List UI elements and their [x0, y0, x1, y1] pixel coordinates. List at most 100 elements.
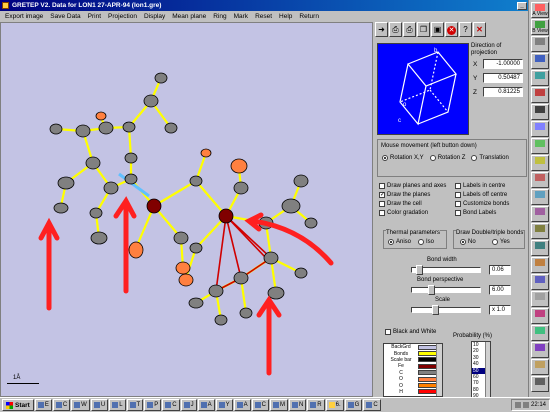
copy-icon[interactable]: ❐: [417, 22, 430, 37]
side-item-app[interactable]: [531, 308, 549, 324]
menu-reset[interactable]: Reset: [252, 13, 276, 20]
taskbar-item[interactable]: A: [197, 399, 215, 411]
bond-width-field[interactable]: 0.06: [489, 265, 511, 275]
probability-scrollbar[interactable]: [485, 342, 490, 398]
side-item-app[interactable]: [531, 291, 549, 307]
color-row[interactable]: Scale bar: [384, 357, 442, 363]
side-item-app[interactable]: [531, 104, 549, 120]
taskbar-item[interactable]: E: [34, 399, 52, 411]
taskbar-item[interactable]: A: [233, 399, 251, 411]
scale-field[interactable]: x 1.0: [489, 305, 511, 315]
color-row[interactable]: Bonds: [384, 350, 442, 357]
color-row[interactable]: O: [384, 376, 442, 382]
taskbar-item[interactable]: N: [288, 399, 307, 411]
chk-black-and-white[interactable]: Black and White: [385, 329, 436, 335]
close-icon[interactable]: ✕: [473, 22, 486, 37]
taskbar-item[interactable]: M: [269, 399, 288, 411]
speaker-icon[interactable]: [514, 402, 521, 408]
bond-perspective-field[interactable]: 6.00: [489, 285, 511, 295]
side-item-app[interactable]: [531, 70, 549, 86]
taskbar-item[interactable]: C: [363, 399, 381, 411]
color-list[interactable]: BackGrd Bonds Scale bar Fe C O O H: [383, 343, 443, 397]
side-item-app[interactable]: [531, 172, 549, 188]
chk-labels-off-centre[interactable]: Labels off centre: [455, 192, 507, 198]
menu-display[interactable]: Display: [141, 13, 169, 20]
side-item-app[interactable]: [531, 274, 549, 290]
color-row[interactable]: O: [384, 382, 442, 389]
color-row[interactable]: C: [384, 370, 442, 376]
save-icon[interactable]: ▣: [431, 22, 444, 37]
taskbar-item[interactable]: R: [307, 399, 325, 411]
taskbar-item[interactable]: W: [71, 399, 90, 411]
side-item-app[interactable]: [531, 325, 549, 341]
network-icon[interactable]: [522, 402, 529, 408]
menu-export-image[interactable]: Export image: [2, 13, 47, 20]
chk-customize-bonds[interactable]: Customize bonds: [455, 201, 509, 207]
side-item-app[interactable]: [531, 223, 549, 239]
side-item-app[interactable]: [531, 342, 549, 358]
chk-bond-labels[interactable]: Bond Labels: [455, 210, 496, 216]
print-icon[interactable]: ⎙: [389, 22, 402, 37]
stop-icon[interactable]: ✕: [445, 22, 458, 37]
color-row[interactable]: H: [384, 389, 442, 395]
radio-yes[interactable]: Yes: [492, 239, 510, 245]
color-row[interactable]: Fe: [384, 363, 442, 369]
scale-slider[interactable]: [411, 305, 481, 315]
side-item-app[interactable]: [531, 376, 549, 392]
side-item-app[interactable]: [531, 155, 549, 171]
chk-labels-in-centre[interactable]: Labels in centre: [455, 183, 505, 189]
chk-draw-the-planes[interactable]: ✓ Draw the planes: [379, 192, 430, 198]
side-item-app[interactable]: [531, 359, 549, 375]
side-item-b-view[interactable]: B View: [531, 19, 549, 35]
color-list-scrollbar[interactable]: [436, 344, 442, 396]
menu-save-data[interactable]: Save Data: [47, 13, 84, 20]
bond-width-slider[interactable]: [411, 265, 481, 275]
arrow-right-icon[interactable]: ➜: [375, 22, 388, 37]
radio-rotation-xy[interactable]: Rotation X,Y: [382, 155, 424, 161]
taskbar-item-active[interactable]: 6.: [325, 399, 344, 411]
taskbar-item[interactable]: C: [52, 399, 71, 411]
taskbar-item[interactable]: G: [344, 399, 363, 411]
taskbar-item[interactable]: P: [144, 399, 162, 411]
help-icon[interactable]: ?: [459, 22, 472, 37]
radio-rotation-z[interactable]: Rotation Z: [429, 155, 465, 161]
taskbar-item[interactable]: J: [180, 399, 197, 411]
radio-translation[interactable]: Translation: [471, 155, 509, 161]
chk-draw-the-cell[interactable]: Draw the cell: [379, 201, 422, 207]
menu-projection[interactable]: Projection: [105, 13, 141, 20]
radio-no[interactable]: No: [460, 239, 476, 245]
taskbar-item[interactable]: U: [90, 399, 109, 411]
menu-ring[interactable]: Ring: [210, 13, 230, 20]
side-item-app[interactable]: [531, 36, 549, 52]
clock[interactable]: 22:14: [531, 402, 546, 408]
taskbar-item[interactable]: C: [162, 399, 180, 411]
side-item-app[interactable]: [531, 87, 549, 103]
chk-draw-planes-axes[interactable]: Draw planes and axes: [379, 183, 446, 189]
menu-print[interactable]: Print: [85, 13, 105, 20]
side-item-app[interactable]: [531, 138, 549, 154]
print-preview-icon[interactable]: ⎙: [403, 22, 416, 37]
taskbar-item[interactable]: C: [251, 399, 269, 411]
projection-y-field[interactable]: 0.50487: [483, 73, 523, 83]
projection-preview[interactable]: b o c: [377, 43, 469, 135]
taskbar-item[interactable]: T: [126, 399, 144, 411]
side-item-app[interactable]: [531, 240, 549, 256]
molecule-drawing[interactable]: [1, 23, 373, 397]
taskbar-item[interactable]: Y: [215, 399, 233, 411]
side-item-app[interactable]: [531, 189, 549, 205]
taskbar-item[interactable]: L: [109, 399, 126, 411]
side-item-app[interactable]: [531, 206, 549, 222]
projection-x-field[interactable]: -1.00000: [483, 59, 523, 69]
minimize-button[interactable]: _: [517, 1, 527, 10]
menu-mean-plane[interactable]: Mean plane: [169, 13, 210, 20]
bond-perspective-slider[interactable]: [411, 285, 481, 295]
probability-list[interactable]: 10 20 30 40 50 60 70 80 90: [471, 341, 491, 399]
side-item-app[interactable]: [531, 121, 549, 137]
molecule-viewport[interactable]: 1Å: [0, 22, 373, 397]
color-row[interactable]: BackGrd: [384, 344, 442, 350]
radio-iso[interactable]: Iso: [418, 239, 434, 245]
chk-color-gradation[interactable]: Color gradation: [379, 210, 428, 216]
menu-return[interactable]: Return: [296, 13, 323, 20]
menu-mark[interactable]: Mark: [231, 13, 252, 20]
side-item-app[interactable]: [531, 257, 549, 273]
